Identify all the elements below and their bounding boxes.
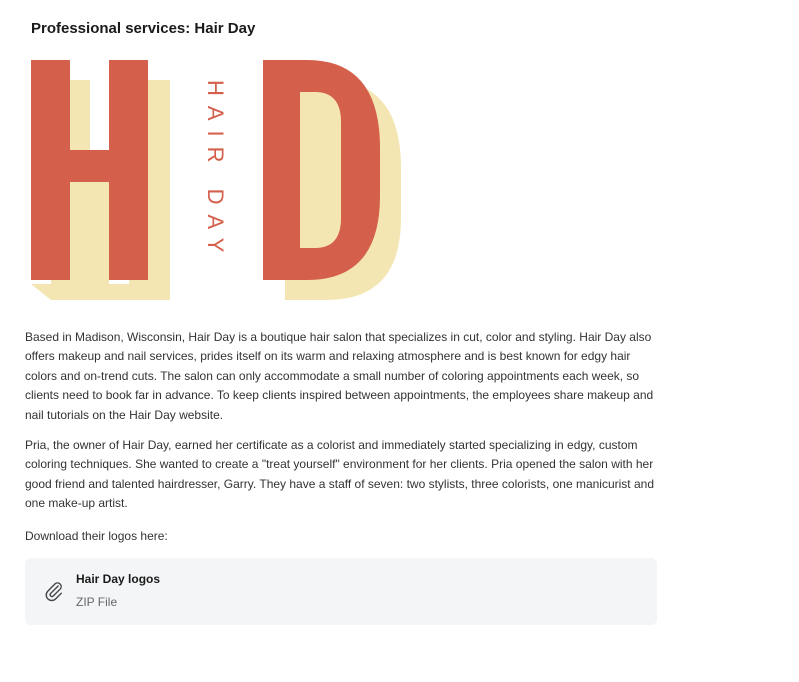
page: Professional services: Hair Day HAIR DAY…: [0, 0, 799, 682]
hair-day-logo: HAIR DAY: [31, 60, 401, 300]
description-paragraph-1: Based in Madison, Wisconsin, Hair Day is…: [25, 330, 654, 422]
attachment-type: ZIP File: [76, 595, 118, 609]
download-prompt: Download their logos here:: [25, 529, 168, 543]
page-title: Professional services: Hair Day: [31, 20, 256, 37]
attachment-name[interactable]: Hair Day logos: [76, 572, 160, 586]
description-paragraph-2: Pria, the owner of Hair Day, earned her …: [25, 438, 654, 511]
logo-vertical-text: HAIR DAY: [203, 80, 228, 262]
attachment-card[interactable]: Hair Day logos ZIP File: [25, 558, 657, 625]
paperclip-icon: [45, 582, 63, 602]
